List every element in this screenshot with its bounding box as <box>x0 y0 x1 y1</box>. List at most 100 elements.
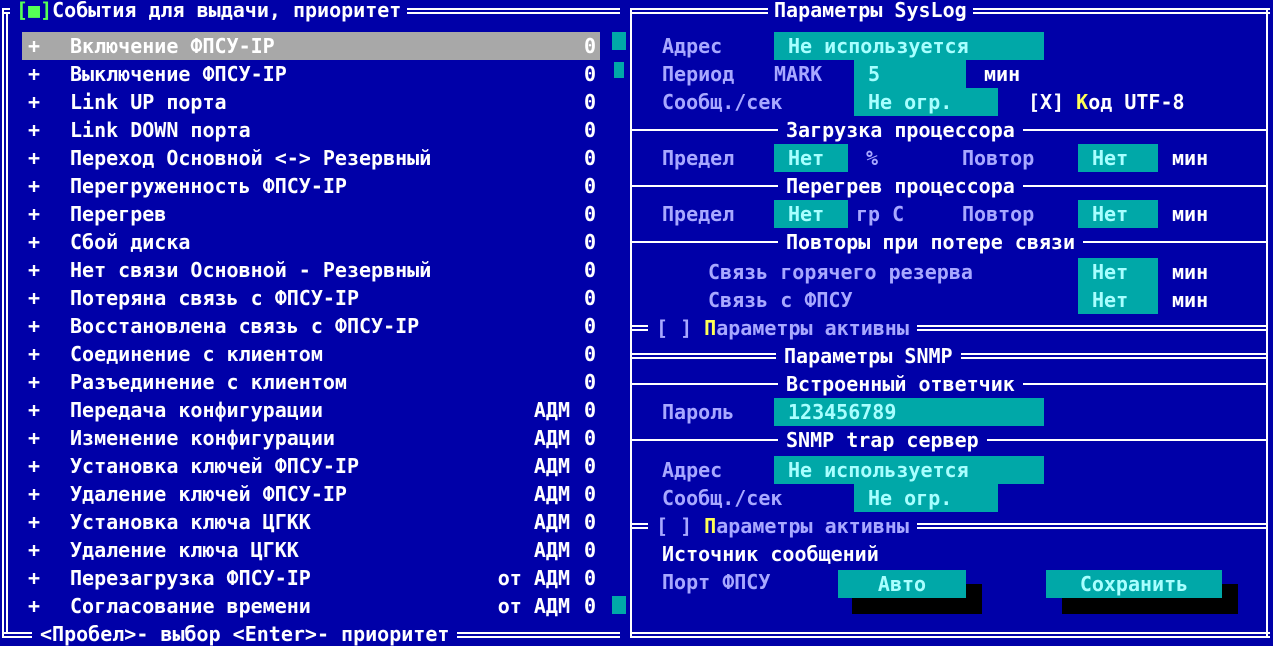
event-priority: 0 <box>583 342 596 366</box>
snmp-active-label: араметры активны <box>716 514 909 538</box>
scroll-down-arrow-icon[interactable] <box>612 596 626 614</box>
list-item[interactable]: + Link UP порта 0 <box>22 88 600 116</box>
list-item[interactable]: + Установка ключей ФПСУ-IP АДМ 0 <box>22 452 600 480</box>
event-label: Сбой диска <box>70 230 191 254</box>
list-item[interactable]: + Link DOWN порта 0 <box>22 116 600 144</box>
heat-repeat-label: Повтор <box>962 202 1035 226</box>
event-priority: 0 <box>583 314 596 338</box>
event-mark: + <box>28 62 41 86</box>
event-priority: 0 <box>583 398 596 422</box>
event-mark: + <box>28 342 41 366</box>
event-priority: 0 <box>583 202 596 226</box>
left-frame-left-a <box>2 8 4 638</box>
list-item[interactable]: + Сбой диска 0 <box>22 228 600 256</box>
event-tag: АДМ <box>533 538 570 562</box>
list-item[interactable]: + Разъединение с клиентом 0 <box>22 368 600 396</box>
event-mark: + <box>28 258 41 282</box>
right-frame-right <box>1266 8 1268 638</box>
event-tag: АДМ <box>533 482 570 506</box>
cpu-repeat-field[interactable]: Нет <box>1078 144 1158 172</box>
close-marker-icon[interactable]: [■] <box>16 0 52 22</box>
event-priority: 0 <box>583 146 596 170</box>
port-button[interactable]: Авто <box>838 570 966 598</box>
list-item[interactable]: + Восстановлена связь с ФПСУ-IP 0 <box>22 312 600 340</box>
event-label: Link UP порта <box>70 90 227 114</box>
list-item[interactable]: + Включение ФПСУ-IP 0 <box>22 32 600 60</box>
overheat-title: Перегрев процессора <box>778 174 1023 198</box>
list-item[interactable]: + Выключение ФПСУ-IP 0 <box>22 60 600 88</box>
list-item[interactable]: + Перезагрузка ФПСУ-IP от АДМ 0 <box>22 564 600 592</box>
syslog-rate-field[interactable]: Не огр. <box>854 88 998 116</box>
syslog-rate-label: Сообщ./сек <box>662 90 783 114</box>
event-priority: 0 <box>583 34 596 58</box>
source-title: Источник сообщений <box>662 542 879 566</box>
event-label: Разъединение с клиентом <box>70 370 347 394</box>
cpu-limit-field[interactable]: Нет <box>774 144 848 172</box>
left-panel-title: События для выдачи, приоритет <box>52 0 402 22</box>
event-priority: 0 <box>583 286 596 310</box>
utf8-check-mark: [X] <box>1028 90 1065 114</box>
snmp-address-field[interactable]: Не используется <box>774 456 1044 484</box>
scrollbar-thumb[interactable] <box>614 62 624 78</box>
snmp-rate-label: Сообщ./сек <box>662 486 783 510</box>
heat-repeat-field[interactable]: Нет <box>1078 200 1158 228</box>
list-item[interactable]: + Соединение с клиентом 0 <box>22 340 600 368</box>
syslog-active-checkbox[interactable]: [ ] Параметры активны <box>648 316 917 340</box>
syslog-active-label: араметры активны <box>716 316 909 340</box>
syslog-address-field[interactable]: Не используется <box>774 32 1044 60</box>
port-label: Порт ФПСУ <box>662 570 771 594</box>
list-item[interactable]: + Потеряна связь с ФПСУ-IP 0 <box>22 284 600 312</box>
left-frame-left-b <box>6 12 8 634</box>
snmp-active-check: [ ] <box>656 514 693 538</box>
event-label: Выключение ФПСУ-IP <box>70 62 287 86</box>
event-tag: АДМ <box>533 454 570 478</box>
list-item[interactable]: + Удаление ключа ЦГКК АДМ 0 <box>22 536 600 564</box>
left-panel-footer: <Пробел>- выбор <Enter>- приоритет <box>32 624 458 644</box>
scrollbar[interactable] <box>610 32 628 614</box>
agent-title: Встроенный ответчик <box>778 372 1023 396</box>
event-label: Перезагрузка ФПСУ-IP <box>70 566 311 590</box>
left-panel-title-bar: [■]События для выдачи, приоритет <box>10 0 408 22</box>
event-priority: 0 <box>583 90 596 114</box>
utf8-checkbox[interactable]: [X] Код UTF-8 <box>1028 88 1185 116</box>
syslog-address-label: Адрес <box>662 34 723 58</box>
list-item[interactable]: + Перегрев 0 <box>22 200 600 228</box>
list-item[interactable]: + Перегруженность ФПСУ-IP 0 <box>22 172 600 200</box>
event-tag: АДМ <box>533 510 570 534</box>
event-mark: + <box>28 118 41 142</box>
event-mark: + <box>28 398 41 422</box>
snmp-active-checkbox[interactable]: [ ] Параметры активны <box>648 514 917 538</box>
event-label: Link DOWN порта <box>70 118 251 142</box>
event-label: Передача конфигурации <box>70 398 323 422</box>
event-label: Восстановлена связь с ФПСУ-IP <box>70 314 420 338</box>
event-priority: 0 <box>583 174 596 198</box>
event-mark: + <box>28 34 41 58</box>
list-item[interactable]: + Переход Основной <-> Резервный 0 <box>22 144 600 172</box>
scroll-up-arrow-icon[interactable] <box>612 32 626 50</box>
list-item[interactable]: + Передача конфигурации АДМ 0 <box>22 396 600 424</box>
event-priority: 0 <box>583 426 596 450</box>
event-priority: 0 <box>583 510 596 534</box>
event-priority: 0 <box>583 482 596 506</box>
hot-reserve-field[interactable]: Нет <box>1078 258 1158 286</box>
list-item[interactable]: + Изменение конфигурации АДМ 0 <box>22 424 600 452</box>
list-item[interactable]: + Удаление ключей ФПСУ-IP АДМ 0 <box>22 480 600 508</box>
cpu-limit-label: Предел <box>662 146 735 170</box>
save-button[interactable]: Сохранить <box>1046 570 1222 598</box>
list-item[interactable]: + Согласование времени от АДМ 0 <box>22 592 600 620</box>
event-mark: + <box>28 454 41 478</box>
event-mark: + <box>28 90 41 114</box>
event-priority: 0 <box>583 258 596 282</box>
period-field[interactable]: 5 <box>854 60 966 88</box>
list-item[interactable]: + Нет связи Основной - Резервный 0 <box>22 256 600 284</box>
event-priority: 0 <box>583 62 596 86</box>
fpsu-link-field[interactable]: Нет <box>1078 286 1158 314</box>
list-item[interactable]: + Установка ключа ЦГКК АДМ 0 <box>22 508 600 536</box>
event-tag: от АДМ <box>497 594 570 618</box>
utf8-label: од UTF-8 <box>1088 90 1185 114</box>
password-field[interactable]: 123456789 <box>774 398 1044 426</box>
heat-limit-field[interactable]: Нет <box>774 200 848 228</box>
cpu-repeat-label: Повтор <box>962 146 1035 170</box>
snmp-rate-field[interactable]: Не огр. <box>854 484 998 512</box>
right-frame-left <box>630 8 632 638</box>
